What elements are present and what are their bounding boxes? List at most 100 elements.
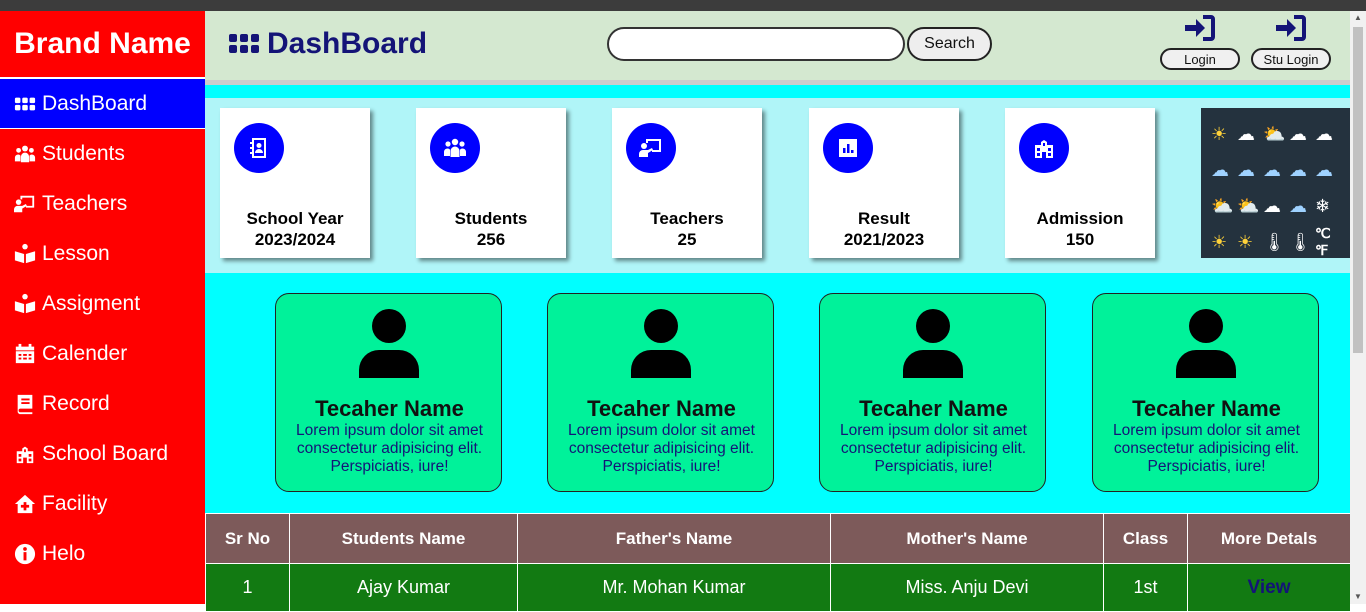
cloud-rain-icon: ☁	[1289, 159, 1307, 180]
sidebar-item-label: Record	[42, 392, 110, 415]
teacher-card[interactable]: Tecaher Name Lorem ipsum dolor sit amet …	[547, 293, 774, 492]
stat-value: 2023/2024	[254, 230, 336, 249]
grid-icon	[14, 97, 36, 110]
sign-in-icon[interactable]	[1183, 13, 1217, 43]
sidebar-item-school-board[interactable]: School Board	[0, 429, 205, 479]
column-header: Father's Name	[517, 513, 831, 564]
stat-card-students[interactable]: Students 256	[416, 108, 566, 258]
book-reader-icon	[14, 243, 36, 264]
stat-value: 150	[1065, 230, 1095, 249]
scrollbar-thumb[interactable]	[1353, 27, 1363, 353]
view-link[interactable]: View	[1187, 563, 1351, 612]
stat-label: Students	[454, 209, 528, 228]
info-icon	[14, 543, 36, 565]
main-content: School Year 2023/2024 Students 256 Teach…	[205, 80, 1351, 612]
book-icon	[17, 394, 33, 415]
stat-card-result[interactable]: Result 2021/2023	[809, 108, 959, 258]
sidebar-item-lesson[interactable]: Lesson	[0, 229, 205, 279]
sidebar-item-facility[interactable]: Facility	[0, 479, 205, 529]
cloud-rain-icon: ☁	[1315, 123, 1333, 144]
user-icon	[1176, 309, 1236, 378]
sunrise-icon: ☀	[1211, 231, 1228, 252]
sidebar-item-students[interactable]: Students	[0, 129, 205, 179]
teacher-card[interactable]: Tecaher Name Lorem ipsum dolor sit amet …	[1092, 293, 1319, 492]
table-cell: Miss. Anju Devi	[830, 563, 1104, 612]
teacher-name: Tecaher Name	[1132, 396, 1281, 421]
login-button[interactable]: Login	[1160, 48, 1240, 70]
school-icon	[1019, 123, 1069, 173]
sidebar-item-label: Helo	[42, 542, 86, 565]
cloud-rain-icon: ☁	[1211, 159, 1229, 180]
column-header: Mother's Name	[830, 513, 1104, 564]
stat-card-teachers[interactable]: Teachers 25	[612, 108, 762, 258]
sidebar-item-helo[interactable]: Helo	[0, 529, 205, 579]
sidebar-item-label: Lesson	[42, 242, 110, 265]
sun-cloud-icon: ⛅	[1237, 195, 1260, 216]
page-title: DashBoard	[229, 27, 427, 61]
table-header-row: Sr No Students Name Father's Name Mother…	[205, 513, 1351, 564]
book-reader-icon	[14, 293, 36, 314]
users-icon	[14, 145, 36, 163]
sidebar-item-label: DashBoard	[42, 91, 148, 115]
sign-in-icon[interactable]	[1274, 13, 1308, 43]
sun-cloud-icon: ⛅	[1263, 123, 1286, 144]
stat-value: 256	[476, 230, 506, 249]
sidebar: Brand Name DashBoard Students Teachers L…	[0, 11, 205, 604]
page-title-text: DashBoard	[267, 27, 428, 60]
stat-label: Result	[858, 209, 910, 228]
snowflake-icon: ❄	[1315, 195, 1331, 216]
stat-label: Admission	[1036, 209, 1124, 228]
sidebar-item-teachers[interactable]: Teachers	[0, 179, 205, 229]
grid-icon	[229, 34, 259, 53]
scroll-up-arrow-icon[interactable]: ▲	[1350, 11, 1366, 25]
browser-top-strip	[0, 0, 1366, 11]
house-plus-icon	[14, 494, 36, 514]
top-header: DashBoard Search Login Stu Login	[205, 11, 1350, 80]
search-input[interactable]	[607, 27, 905, 61]
teacher-card[interactable]: Tecaher Name Lorem ipsum dolor sit amet …	[819, 293, 1046, 492]
header-divider	[205, 80, 1350, 85]
table-cell: 1	[205, 563, 290, 612]
rainbow-cloud-icon: ⛅	[1211, 195, 1234, 216]
chart-icon	[823, 123, 873, 173]
vertical-scrollbar[interactable]: ▲ ▼	[1350, 11, 1366, 604]
calendar-icon	[15, 343, 35, 364]
stat-card-school-year[interactable]: School Year 2023/2024	[220, 108, 370, 258]
students-table: Sr No Students Name Father's Name Mother…	[205, 513, 1351, 612]
stat-card-admission[interactable]: Admission 150	[1005, 108, 1155, 258]
user-icon	[359, 309, 419, 378]
address-book-icon	[234, 123, 284, 173]
column-header: Class	[1103, 513, 1188, 564]
table-cell: Ajay Kumar	[289, 563, 518, 612]
table-row: 1 Ajay Kumar Mr. Mohan Kumar Miss. Anju …	[205, 563, 1351, 612]
cloud-icon: ☁	[1289, 123, 1307, 144]
sidebar-item-assigment[interactable]: Assigment	[0, 279, 205, 329]
cloud-storm-icon: ☁	[1263, 159, 1281, 180]
teacher-name: Tecaher Name	[315, 396, 464, 421]
sun-icon: ☀	[1211, 123, 1228, 144]
sidebar-item-dashboard[interactable]: DashBoard	[0, 78, 205, 129]
cloud-icon: ☁	[1237, 123, 1255, 144]
search-button[interactable]: Search	[907, 27, 992, 61]
cloud-icon: ☁	[1263, 195, 1281, 216]
table-cell: Mr. Mohan Kumar	[517, 563, 831, 612]
teacher-name: Tecaher Name	[859, 396, 1008, 421]
teacher-name: Tecaher Name	[587, 396, 736, 421]
teacher-card[interactable]: Tecaher Name Lorem ipsum dolor sit amet …	[275, 293, 502, 492]
teacher-description: Lorem ipsum dolor sit amet consectetur a…	[840, 422, 1027, 475]
stats-band: School Year 2023/2024 Students 256 Teach…	[205, 98, 1350, 273]
thermometer-icon: 🌡	[1263, 231, 1286, 252]
user-icon	[631, 309, 691, 378]
teacher-description: Lorem ipsum dolor sit amet consectetur a…	[296, 422, 483, 475]
users-icon	[430, 123, 480, 173]
sidebar-item-calender[interactable]: Calender	[0, 329, 205, 379]
sidebar-item-record[interactable]: Record	[0, 379, 205, 429]
scroll-down-arrow-icon[interactable]: ▼	[1350, 590, 1366, 604]
sunset-icon: ☀	[1237, 231, 1254, 252]
table-cell: 1st	[1103, 563, 1188, 612]
column-header: Sr No	[205, 513, 290, 564]
sidebar-item-label: Assigment	[42, 292, 141, 315]
login-group: Login	[1160, 13, 1240, 70]
brand-name[interactable]: Brand Name	[0, 11, 205, 78]
stu-login-button[interactable]: Stu Login	[1251, 48, 1331, 70]
